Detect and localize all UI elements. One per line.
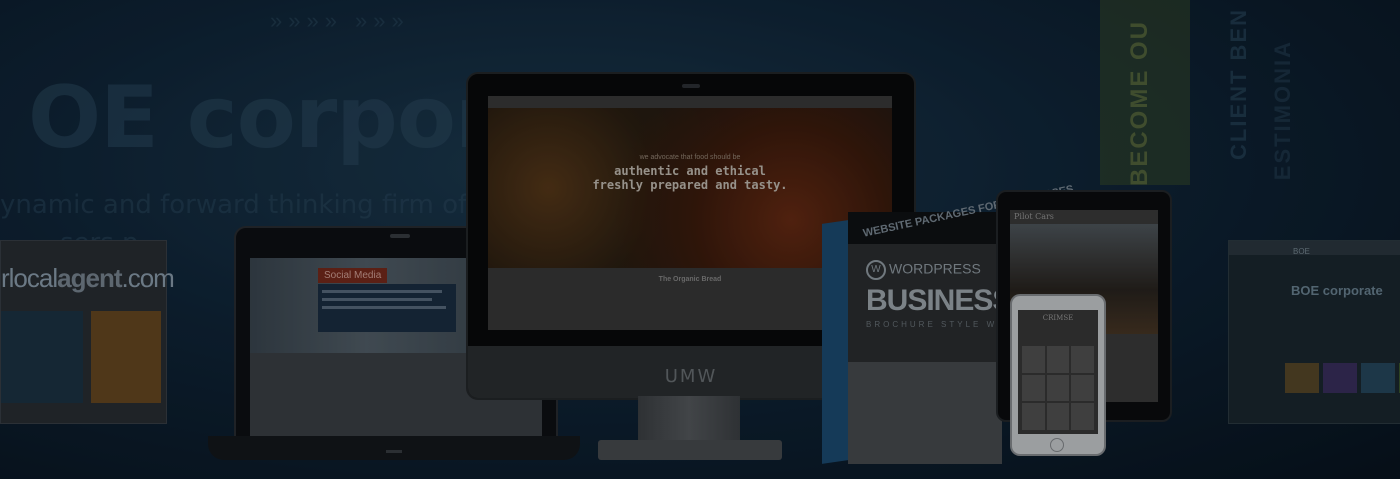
laptop-notch <box>386 450 402 453</box>
grid-photo <box>1071 346 1094 373</box>
grid-photo <box>1046 346 1070 373</box>
hero-banner: »»»» »»» OE corpora ynamic and forward t… <box>0 0 1400 479</box>
monitor-stand-foot <box>598 440 782 460</box>
box-side <box>822 220 848 464</box>
site-logo: rlocalagent.com <box>1 263 175 293</box>
background-banner-text: BECOME OU <box>1126 20 1153 187</box>
right-website-preview: BOE BOE corporate <box>1228 240 1400 424</box>
box-lower-panel <box>848 362 1002 464</box>
laptop-base <box>208 436 580 460</box>
site-header-bar: BOE <box>1229 241 1400 256</box>
site-label: BOE <box>1293 247 1310 256</box>
camera-icon <box>390 234 410 238</box>
tablet-site-title: Pilot Cars <box>1014 212 1054 221</box>
grid-photo <box>1022 403 1045 430</box>
content-image <box>91 311 161 403</box>
grid-photo <box>1071 374 1094 402</box>
background-subtitle-1: ynamic and forward thinking firm of ch <box>0 190 507 220</box>
grid-photo <box>1022 346 1045 373</box>
hero-tagline: we advocate that food should be <box>639 154 741 161</box>
photo-grid <box>1022 346 1094 430</box>
grid-photo <box>1046 403 1070 430</box>
background-arrows: »»»» »»» <box>270 8 410 33</box>
wordpress-icon: W <box>866 260 886 280</box>
grid-photo <box>1022 374 1045 402</box>
feature-tiles <box>1285 363 1400 393</box>
grid-photo <box>1046 374 1070 402</box>
social-media-badge: Social Media <box>318 268 388 283</box>
content-block <box>1 311 83 403</box>
phone-site-title: CRIMSE <box>1042 314 1074 322</box>
feature-tile <box>1285 363 1319 393</box>
wordpress-label: W WORDPRESS <box>866 260 981 280</box>
camera-icon <box>682 84 700 88</box>
background-vertical-text-2: ESTIMONIA <box>1270 40 1295 181</box>
grid-photo <box>1071 403 1094 430</box>
feature-tile <box>1323 363 1357 393</box>
site-nav-bar <box>488 96 892 108</box>
phone-mockup: CRIMSE <box>1010 294 1106 456</box>
feature-tile <box>1361 363 1395 393</box>
phone-screen: CRIMSE <box>1018 310 1098 434</box>
product-box: WEBSITE PACKAGES FOR BUSINESSES W WORDPRE… <box>822 183 1075 464</box>
hero-headline-1: authentic and ethical <box>614 164 766 178</box>
hero-headline-2: freshly prepared and tasty. <box>592 178 788 192</box>
left-website-preview: rlocalagent.com <box>0 240 175 424</box>
site-title: BOE corporate <box>1291 283 1383 298</box>
text-line <box>322 290 442 293</box>
text-line <box>322 306 446 309</box>
background-vertical-text: CLIENT BEN <box>1226 8 1251 160</box>
home-button-icon <box>1050 438 1064 452</box>
monitor-stand <box>638 396 740 442</box>
text-line <box>322 298 432 301</box>
